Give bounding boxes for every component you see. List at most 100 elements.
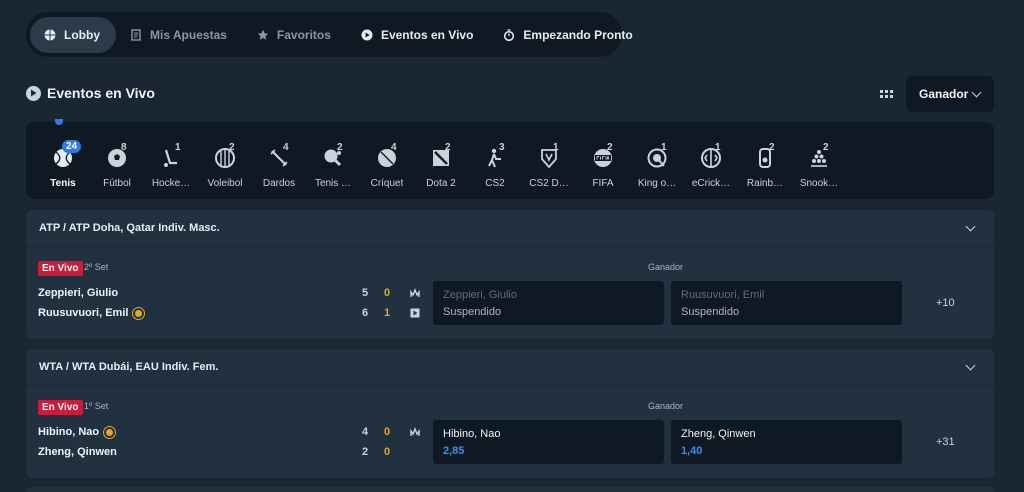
sport-count: 3 xyxy=(499,142,505,153)
sport-count: 8 xyxy=(121,142,127,153)
section-header: Eventos en Vivo xyxy=(26,85,155,101)
event-row[interactable]: En Vivo 1º Set Ganador Hibino, Nao Zheng… xyxy=(26,386,994,478)
games-score: 0 xyxy=(384,287,391,299)
sports-bar: 24 Tenis 8 Fútbol 1 Hocke… 2 Voleibol 4 … xyxy=(26,119,994,199)
sport-tab-hockey[interactable]: 1 Hocke… xyxy=(144,122,198,199)
star-icon xyxy=(257,29,269,41)
serving-indicator-icon xyxy=(133,307,145,319)
player-name-text: Zeppieri, Giulio xyxy=(38,287,119,299)
stats-icon[interactable] xyxy=(410,427,420,437)
nav-eventos-en-vivo[interactable]: Eventos en Vivo xyxy=(347,17,489,53)
live-badge: En Vivo xyxy=(38,400,83,415)
league-title: WTA / WTA Dubái, EAU Indiv. Fem. xyxy=(39,361,219,373)
sport-label: Dota 2 xyxy=(426,178,456,189)
nav-empezando-pronto[interactable]: Empezando Pronto xyxy=(489,17,648,53)
sport-count: 4 xyxy=(391,142,397,153)
section-title: Eventos en Vivo xyxy=(47,85,155,101)
sport-count: 1 xyxy=(175,142,181,153)
play-circle-icon xyxy=(26,85,41,101)
stats-icon[interactable] xyxy=(410,288,420,298)
sport-tab-criquet[interactable]: 4 Críquet xyxy=(360,122,414,199)
odds-selection: Zeppieri, Giulio xyxy=(443,289,517,301)
sport-count: 2 xyxy=(229,142,235,153)
sets-score: 4 xyxy=(362,426,369,438)
sport-tab-king-of-glory[interactable]: 1 King o… xyxy=(630,122,684,199)
sport-label: King o… xyxy=(637,178,677,189)
sport-tab-fifa[interactable]: 2 FIFA xyxy=(576,122,630,199)
sets-score: 5 xyxy=(362,287,369,299)
odds-value: 2,85 xyxy=(443,445,465,457)
video-icon[interactable] xyxy=(410,308,420,318)
sport-count: 2 xyxy=(823,142,829,153)
sport-tab-futbol[interactable]: 8 Fútbol xyxy=(90,122,144,199)
market-dropdown[interactable]: Ganador xyxy=(906,76,994,112)
games-score: 1 xyxy=(384,307,391,319)
odds-button[interactable]: Zeppieri, Giulio Suspendido xyxy=(433,281,664,325)
odds-selection: Zheng, Qinwen xyxy=(681,428,756,440)
market-dropdown-value: Ganador xyxy=(919,87,969,101)
player-name: Ruusuvuori, Emil xyxy=(38,307,145,319)
live-badge: En Vivo xyxy=(38,261,83,276)
chevron-down-icon[interactable] xyxy=(965,360,976,371)
odds-value: 1,40 xyxy=(681,445,703,457)
set-label: 1º Set xyxy=(84,401,109,411)
sport-tab-ecricket[interactable]: 1 eCrick… xyxy=(684,122,738,199)
market-label: Ganador xyxy=(648,262,684,272)
sport-label: Fútbol xyxy=(103,178,131,189)
odds-button[interactable]: Hibino, Nao 2,85 xyxy=(433,420,664,464)
sport-tab-rainbow-six[interactable]: 2 Rainb… xyxy=(738,122,792,199)
nav-favoritos-label: Favoritos xyxy=(276,27,331,42)
serving-indicator-icon xyxy=(104,426,116,438)
sport-count: 2 xyxy=(445,142,451,153)
sport-count: 1 xyxy=(661,142,667,153)
sport-label: Voleibol xyxy=(207,178,243,189)
sport-tab-cs2[interactable]: 3 CS2 xyxy=(468,122,522,199)
sport-tab-snooker[interactable]: 2 Snook… xyxy=(792,122,846,199)
player-name: Zeppieri, Giulio xyxy=(38,287,118,299)
odds-button[interactable]: Ruusuvuori, Emil Suspendido xyxy=(671,281,902,325)
league-title: ATP / ATP Doha, Qatar Indiv. Masc. xyxy=(39,222,220,234)
sport-count: 4 xyxy=(283,142,289,153)
sport-label: Rainb… xyxy=(746,178,784,189)
odds-selection: Hibino, Nao xyxy=(443,428,501,440)
sport-label: eCrick… xyxy=(691,178,731,189)
sport-label: Tenis xyxy=(50,178,76,189)
odds-selection: Ruusuvuori, Emil xyxy=(681,289,765,301)
nav-lobby[interactable]: Lobby xyxy=(30,16,116,53)
grid-view-icon[interactable] xyxy=(878,87,894,101)
player-name: Hibino, Nao xyxy=(38,426,116,438)
sport-count: 2 xyxy=(769,142,775,153)
event-group: WTA / WTA Dubái, EAU Indiv. Fem. En Vivo… xyxy=(26,349,994,478)
nav-mis-apuestas[interactable]: Mis Apuestas xyxy=(116,17,243,53)
sport-tab-dardos[interactable]: 4 Dardos xyxy=(252,122,306,199)
sport-tab-voleibol[interactable]: 2 Voleibol xyxy=(198,122,252,199)
sport-tab-tenis-mesa[interactable]: 2 Tenis … xyxy=(306,122,360,199)
sport-tab-tenis[interactable]: 24 Tenis xyxy=(36,122,90,199)
sport-label: CS2 D… xyxy=(529,178,569,189)
event-group xyxy=(26,487,994,492)
odds-value: Suspendido xyxy=(443,306,502,318)
nav-lobby-label: Lobby xyxy=(64,27,100,42)
more-markets-link[interactable]: +31 xyxy=(936,436,955,448)
top-nav: Lobby Mis Apuestas Favoritos Eventos en … xyxy=(26,12,633,57)
chevron-down-icon xyxy=(971,87,982,98)
nav-mis-apuestas-label: Mis Apuestas xyxy=(150,27,227,42)
sport-tab-cs2-duels[interactable]: 1 CS2 D… xyxy=(522,122,576,199)
event-row[interactable]: En Vivo 2º Set Ganador Zeppieri, Giulio … xyxy=(26,247,994,339)
sport-count: 24 xyxy=(62,140,82,153)
nav-favoritos[interactable]: Favoritos xyxy=(243,17,347,53)
sets-score: 2 xyxy=(362,446,369,458)
player-name-text: Ruusuvuori, Emil xyxy=(38,307,129,319)
sport-label: Hocke… xyxy=(151,178,191,189)
league-header[interactable]: ATP / ATP Doha, Qatar Indiv. Masc. xyxy=(26,210,994,247)
ticket-icon xyxy=(130,28,142,41)
chevron-down-icon[interactable] xyxy=(965,221,976,232)
more-markets-link[interactable]: +10 xyxy=(936,297,955,309)
sport-tab-dota2[interactable]: 2 Dota 2 xyxy=(414,122,468,199)
odds-button[interactable]: Zheng, Qinwen 1,40 xyxy=(671,420,902,464)
league-header[interactable]: WTA / WTA Dubái, EAU Indiv. Fem. xyxy=(26,349,994,386)
sport-count: 2 xyxy=(607,142,613,153)
basketball-icon xyxy=(44,29,56,41)
sport-label: Críquet xyxy=(370,178,404,189)
sport-label: Snook… xyxy=(799,178,839,189)
